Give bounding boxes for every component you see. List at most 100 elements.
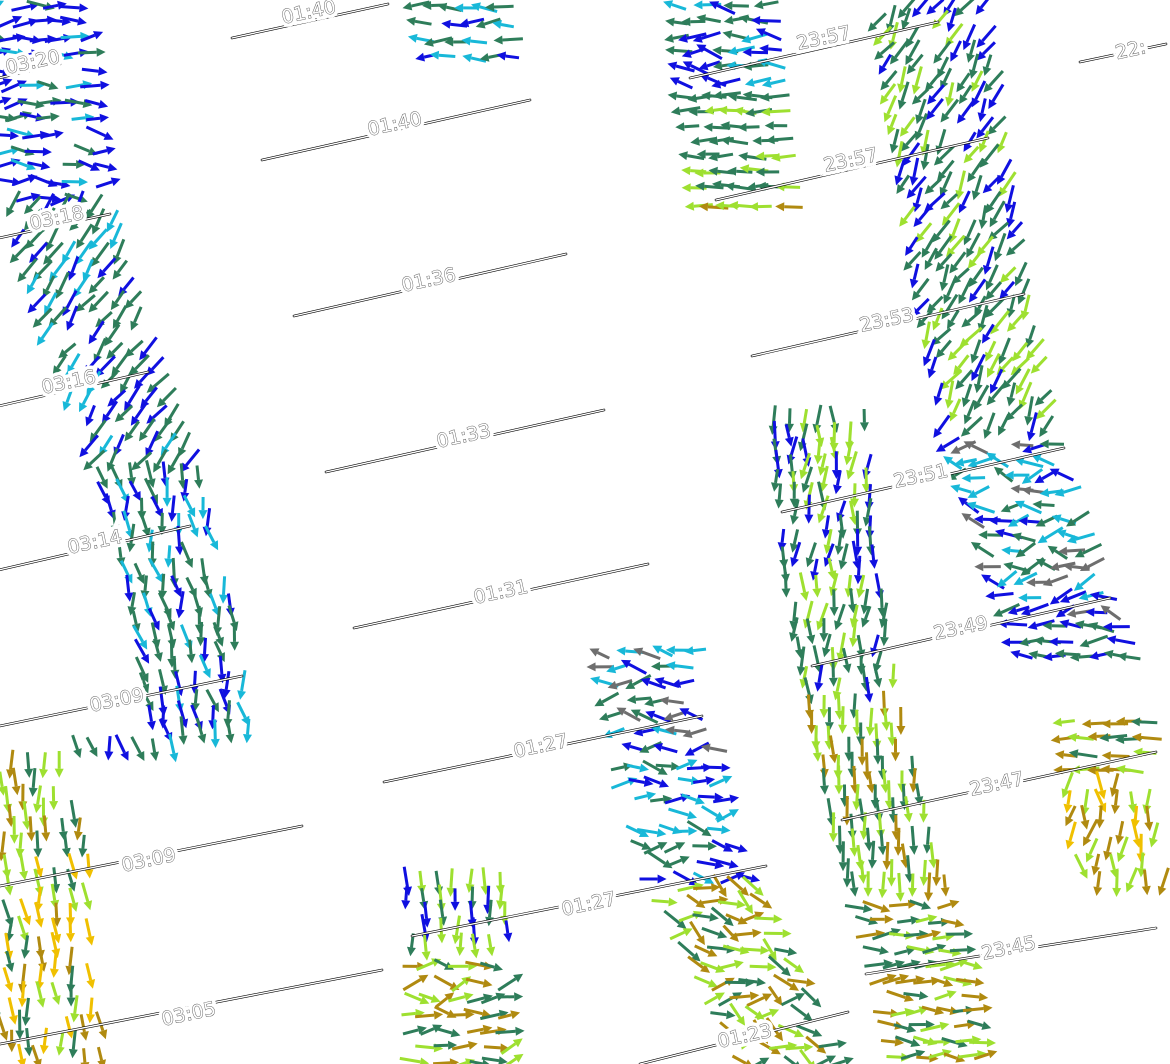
wind-arrow-shaft	[895, 978, 917, 985]
wind-arrow	[599, 710, 624, 721]
wind-arrow	[771, 468, 780, 492]
wind-arrow-head	[18, 998, 27, 1008]
wind-arrow-shaft	[918, 204, 933, 222]
wind-arrow-head	[1056, 529, 1067, 539]
wind-arrow-head	[24, 1046, 33, 1057]
wind-arrow	[1030, 355, 1048, 374]
wind-arrow	[130, 306, 143, 331]
track-line: 01:4001:40	[230, 0, 390, 40]
wind-arrow-shaft	[1010, 403, 1024, 416]
wind-arrow-head	[849, 637, 858, 648]
wind-arrow-head	[78, 177, 88, 187]
wind-arrow-shaft	[1108, 734, 1128, 739]
wind-arrow-head	[933, 395, 943, 406]
wind-arrow-head	[663, 712, 674, 721]
wind-arrow	[1157, 867, 1170, 896]
wind-arrow-head	[616, 646, 626, 656]
wind-arrow-shaft	[877, 1019, 896, 1027]
wind-arrow-shaft	[112, 222, 123, 242]
wind-arrow-shaft	[962, 84, 973, 98]
wind-arrow-shaft	[762, 0, 779, 7]
wind-arrow-shaft	[848, 421, 853, 443]
wind-arrow-shaft	[894, 949, 908, 956]
wind-arrow-shaft	[996, 232, 1007, 254]
wind-arrow-shaft	[7, 997, 15, 1017]
wind-arrow	[767, 985, 783, 1006]
wind-arrow	[998, 413, 1011, 436]
wind-arrow	[434, 1026, 461, 1038]
wind-arrow-shaft	[42, 815, 48, 833]
wind-arrow-head	[36, 997, 46, 1008]
wind-arrow-shaft	[60, 34, 81, 40]
wind-arrow-head	[169, 752, 179, 763]
wind-arrow-shaft	[780, 528, 786, 543]
wind-arrow	[783, 1055, 800, 1064]
wind-arrow-head	[24, 768, 34, 778]
wind-arrow-shaft	[999, 131, 1008, 146]
wind-arrow-shaft	[855, 932, 877, 939]
wind-arrow-head	[721, 825, 731, 835]
wind-arrow-head	[98, 66, 108, 76]
wind-arrow-shaft	[935, 859, 940, 878]
wind-arrow-shaft	[788, 408, 792, 424]
wind-arrow-shaft	[882, 690, 886, 709]
wind-arrow-shaft	[18, 851, 26, 872]
wind-arrow-shaft	[916, 277, 930, 295]
wind-arrow	[1039, 415, 1055, 438]
wind-arrow-head	[84, 869, 94, 879]
wind-arrow-shaft	[924, 234, 937, 251]
wind-arrow-shaft	[942, 67, 953, 83]
wind-arrow-shaft	[47, 292, 58, 308]
wind-arrow-head	[225, 733, 235, 744]
wind-arrow-shaft	[815, 404, 823, 425]
wind-arrow-shaft	[94, 1011, 105, 1032]
wind-arrow	[749, 892, 773, 909]
wind-arrow-shaft	[961, 277, 973, 297]
wind-arrow-head	[987, 1049, 998, 1059]
wind-arrow-shaft	[650, 797, 664, 803]
wind-arrow	[156, 386, 177, 408]
wind-arrow	[905, 236, 919, 256]
wind-arrow-shaft	[133, 306, 143, 323]
wind-arrow	[399, 1056, 430, 1064]
wind-arrow	[39, 752, 48, 779]
wind-arrow-shaft	[958, 487, 972, 494]
wind-arrow-shaft	[1022, 460, 1044, 469]
wind-arrow-shaft	[195, 465, 200, 481]
wind-arrow-shaft	[22, 133, 41, 140]
wind-arrow-shaft	[993, 221, 1010, 236]
wind-arrow-shaft	[934, 993, 949, 1001]
wind-arrow	[895, 872, 905, 902]
wind-arrow-shaft	[698, 794, 715, 799]
wind-arrow	[167, 451, 182, 475]
wind-arrow-shaft	[849, 588, 854, 605]
wind-arrow-shaft	[744, 1005, 758, 1016]
wind-arrow-shaft	[610, 765, 625, 772]
wind-arrow	[26, 273, 40, 295]
wind-arrow-shaft	[30, 1044, 39, 1061]
wind-arrow-head	[39, 1044, 49, 1055]
wind-arrow-shaft	[886, 989, 906, 1000]
wind-arrow-shaft	[1106, 609, 1122, 621]
wind-arrow-shaft	[45, 18, 63, 23]
wind-arrow-shaft	[814, 736, 819, 753]
wind-arrow	[180, 541, 194, 568]
wind-arrow	[465, 977, 493, 988]
wind-arrow	[717, 899, 746, 909]
wind-arrow-shaft	[940, 56, 950, 71]
wind-arrow	[92, 146, 116, 156]
wind-arrow	[899, 205, 916, 227]
wind-arrow	[58, 342, 77, 359]
wind-arrow-shaft	[749, 964, 768, 969]
wind-arrow-shaft	[222, 576, 227, 595]
wind-arrow-head	[15, 1030, 25, 1040]
wind-arrow-shaft	[818, 1042, 839, 1049]
wind-arrow-shaft	[193, 689, 199, 704]
wind-arrow-shaft	[914, 66, 923, 87]
wind-arrow-head	[420, 1057, 430, 1064]
wind-arrow	[198, 496, 208, 520]
wind-arrow	[970, 339, 982, 364]
wind-arrow-shaft	[439, 917, 443, 935]
wind-arrow-head	[126, 542, 136, 553]
wind-arrow-shaft	[946, 202, 961, 220]
